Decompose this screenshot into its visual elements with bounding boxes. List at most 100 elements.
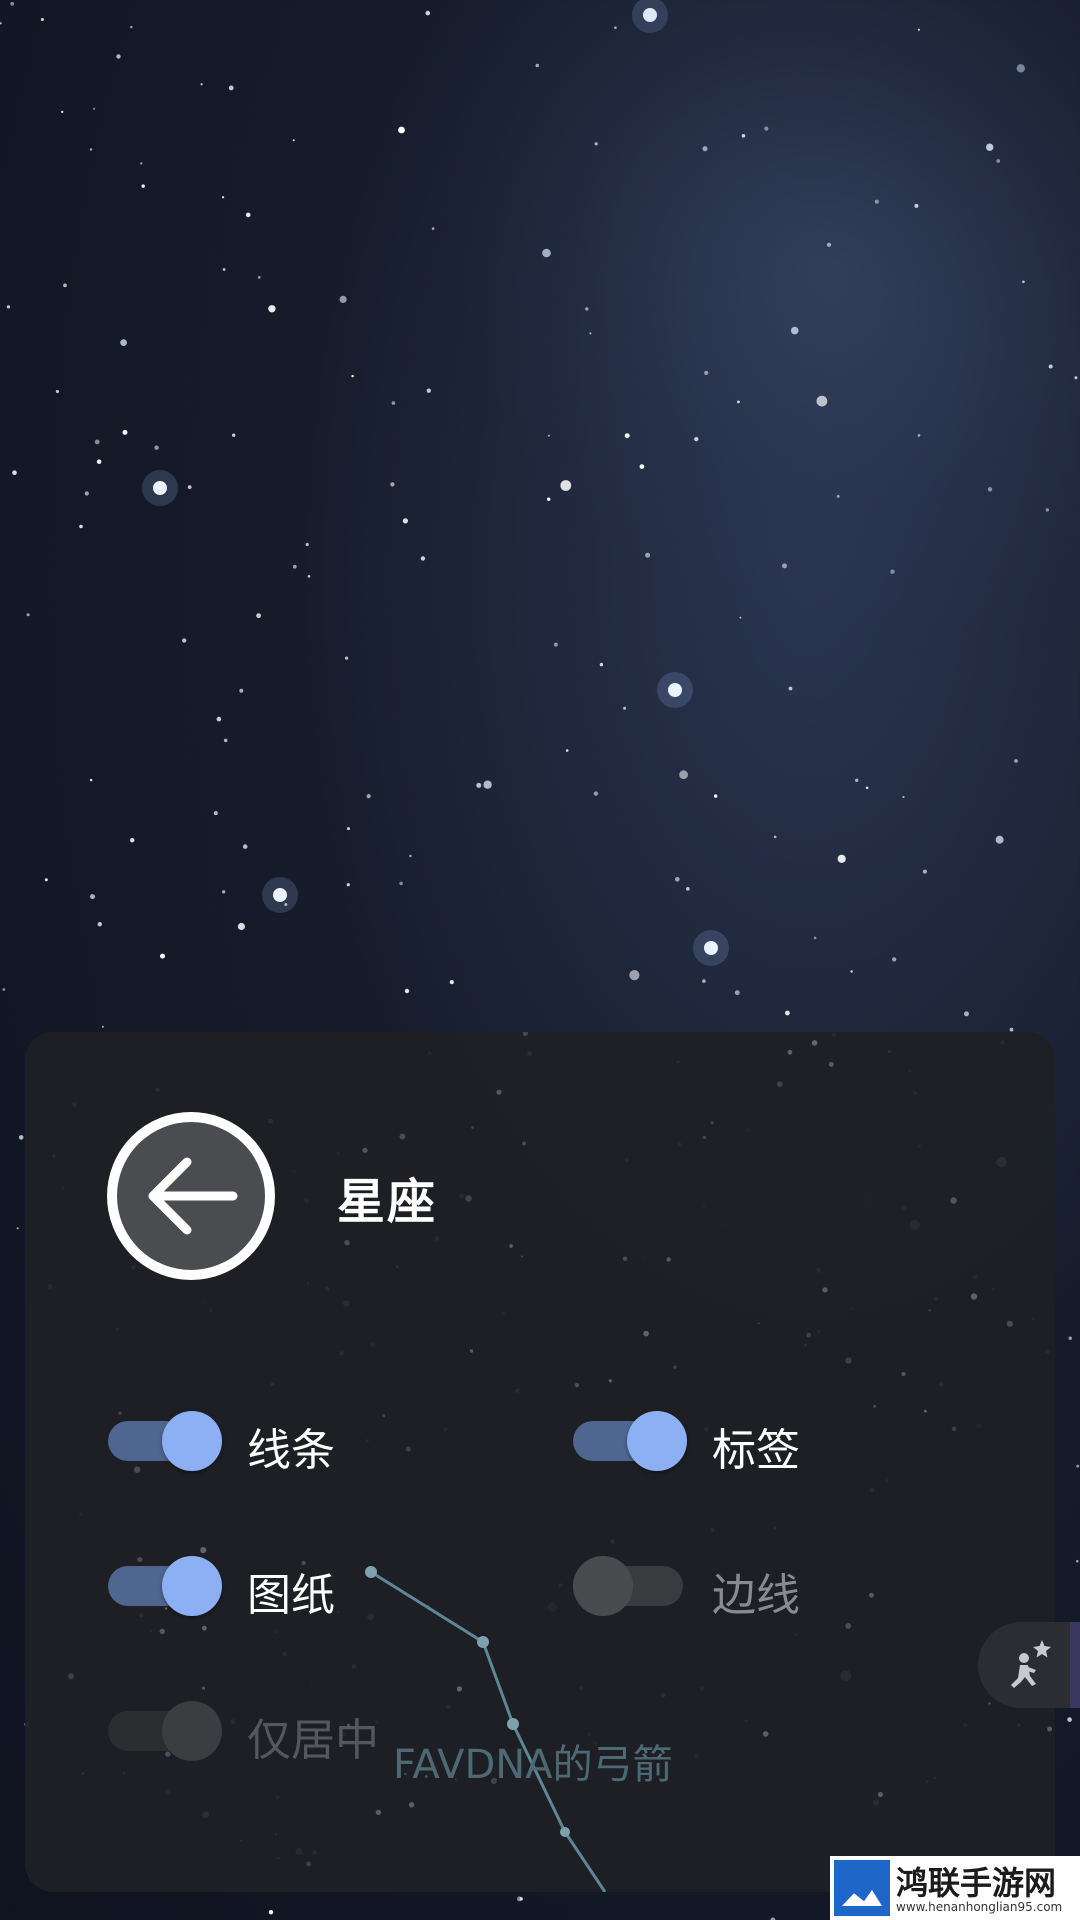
- page-title: 星座: [337, 1174, 438, 1230]
- star: [483, 780, 492, 789]
- star: [187, 485, 192, 489]
- star: [307, 575, 311, 578]
- artwork-toggle[interactable]: [108, 1552, 224, 1616]
- faint-star: [1047, 1726, 1053, 1732]
- stargazer-mode-button[interactable]: [978, 1622, 1080, 1708]
- star: [12, 470, 17, 476]
- star: [476, 782, 482, 788]
- faint-star: [845, 1357, 852, 1364]
- star: [1076, 1559, 1079, 1563]
- faint-star: [643, 1330, 649, 1337]
- faint-star: [877, 1791, 884, 1798]
- faint-star: [873, 1404, 877, 1408]
- watermark-url: www.henanhonglian95.com: [896, 1900, 1063, 1914]
- constellation-stars: [365, 1566, 570, 1837]
- star: [182, 638, 187, 643]
- artwork-toggle-label: 图纸: [247, 1570, 335, 1621]
- arrow-left-icon: [148, 1157, 238, 1235]
- star: [84, 491, 89, 496]
- toggle-knob: [162, 1411, 222, 1471]
- star: [553, 642, 558, 647]
- star: [599, 662, 604, 667]
- toggle-knob: [627, 1411, 687, 1471]
- star: [713, 794, 718, 798]
- star: [130, 838, 135, 843]
- star: [734, 990, 740, 996]
- toggle-knob: [162, 1701, 222, 1761]
- labels-toggle-label: 标签: [712, 1425, 800, 1476]
- center-only-toggle[interactable]: [108, 1697, 224, 1761]
- star: [675, 877, 680, 882]
- faint-star: [951, 1426, 957, 1432]
- star: [292, 564, 297, 569]
- faint-star: [405, 1446, 411, 1452]
- star: [366, 794, 371, 799]
- lines-toggle[interactable]: [108, 1407, 224, 1471]
- star: [623, 706, 627, 710]
- faint-star: [806, 1332, 812, 1338]
- star: [40, 18, 44, 21]
- faint-star: [673, 1365, 677, 1369]
- watermark-title: 鸿联手游网: [896, 1864, 1057, 1902]
- star: [268, 1910, 274, 1915]
- labels-toggle[interactable]: [573, 1407, 689, 1471]
- star: [237, 922, 245, 931]
- faint-star: [202, 1625, 207, 1631]
- star: [93, 107, 96, 110]
- faint-star: [522, 1141, 527, 1146]
- star: [902, 795, 905, 799]
- boundaries-toggle[interactable]: [573, 1552, 689, 1616]
- faint-star: [845, 1623, 852, 1629]
- star: [94, 439, 100, 445]
- faint-star: [811, 1040, 818, 1046]
- star: [813, 936, 817, 940]
- faint-star: [777, 1081, 783, 1087]
- star: [409, 854, 412, 858]
- star: [964, 1011, 969, 1017]
- star: [256, 613, 261, 619]
- star: [995, 835, 1004, 844]
- faint-star: [622, 1256, 628, 1261]
- star: [97, 922, 103, 927]
- star: [16, 1227, 19, 1230]
- faint-star: [381, 1413, 386, 1418]
- faint-star: [666, 1257, 671, 1262]
- star: [679, 770, 688, 780]
- star: [140, 162, 143, 165]
- faint-star: [1006, 1320, 1014, 1327]
- faint-star: [509, 1244, 513, 1248]
- bright-star: [153, 481, 167, 495]
- star: [242, 844, 248, 849]
- star: [346, 883, 350, 887]
- watermark-logo: [834, 1860, 890, 1916]
- faint-star: [869, 1592, 874, 1598]
- constellation-name-label: FAVDNA的弓箭: [393, 1742, 673, 1788]
- faint-star: [375, 1809, 382, 1815]
- star: [593, 791, 599, 796]
- star: [347, 827, 350, 831]
- star: [686, 887, 690, 891]
- star: [837, 854, 846, 863]
- back-button[interactable]: [107, 1112, 275, 1280]
- faint-star: [408, 1802, 415, 1808]
- bright-star: [668, 683, 682, 697]
- faint-star: [787, 1049, 793, 1055]
- star: [116, 54, 121, 59]
- star: [268, 305, 276, 313]
- star: [18, 1135, 24, 1140]
- faint-star: [344, 1240, 350, 1246]
- star: [89, 778, 93, 782]
- star: [245, 212, 251, 218]
- watermark-badge: 鸿联手游网 www.henanhonglian95.com: [830, 1856, 1080, 1920]
- star: [865, 786, 869, 790]
- star: [160, 953, 165, 959]
- star: [79, 524, 83, 529]
- star: [216, 716, 222, 722]
- star: [565, 749, 569, 752]
- toggle-knob: [573, 1556, 633, 1616]
- star: [141, 184, 145, 188]
- star: [399, 881, 403, 886]
- bright-star: [273, 888, 287, 902]
- star: [61, 110, 64, 113]
- constellation-settings-panel: 星座 线条 标签 图纸 边线 仅居中 FAVDNA的弓箭: [25, 1032, 1055, 1892]
